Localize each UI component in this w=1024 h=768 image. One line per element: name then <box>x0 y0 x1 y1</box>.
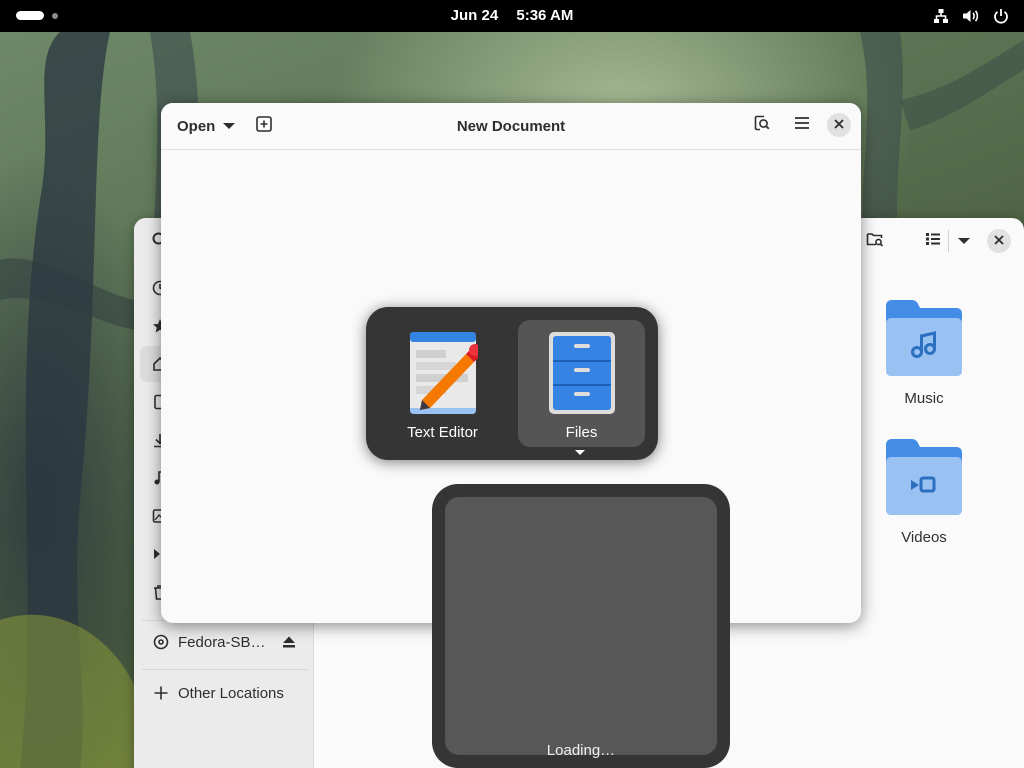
editor-headerbar: Open New Document <box>161 103 861 150</box>
switcher-app-text-editor[interactable]: Text Editor <box>379 320 506 447</box>
plus-icon <box>152 684 170 702</box>
files-cabinet-icon <box>547 330 617 416</box>
workspace-indicator-active <box>16 11 44 20</box>
find-button[interactable] <box>747 112 777 138</box>
close-icon <box>834 116 844 134</box>
search-location-button[interactable] <box>860 228 890 254</box>
files-headerbar <box>860 228 1011 254</box>
network-wired-icon[interactable] <box>932 7 950 25</box>
power-icon[interactable] <box>992 7 1010 25</box>
close-icon <box>994 232 1004 250</box>
switcher-app-label: Files <box>565 424 598 441</box>
find-icon <box>754 115 770 136</box>
text-editor-icon <box>408 330 481 416</box>
editor-close-button[interactable] <box>827 113 851 137</box>
folder-videos-label: Videos <box>901 529 947 546</box>
view-options-button[interactable] <box>949 228 979 254</box>
volume-icon[interactable] <box>962 7 980 25</box>
folder-search-icon <box>866 231 884 252</box>
chevron-down-icon <box>958 238 970 244</box>
activities-button[interactable] <box>16 11 58 20</box>
sidebar-item-drive[interactable]: Fedora-SB… <box>142 624 306 660</box>
sidebar-separator <box>142 669 308 670</box>
window-preview-popup: Loading… <box>432 484 730 768</box>
editor-header-actions <box>747 112 851 138</box>
sidebar-item-other-locations[interactable]: Other Locations <box>142 675 306 711</box>
files-close-button[interactable] <box>987 229 1011 253</box>
folder-music[interactable]: Music <box>874 296 974 407</box>
switcher-app-label: Text Editor <box>407 424 478 441</box>
workspace-indicator <box>52 12 58 19</box>
switcher-windows-arrow-icon <box>575 450 585 455</box>
switcher-app-files[interactable]: Files <box>518 320 645 447</box>
main-menu-button[interactable] <box>787 112 817 138</box>
menu-icon <box>794 116 810 135</box>
top-bar: Jun 24 5:36 AM <box>0 0 1024 32</box>
disc-icon <box>152 633 170 651</box>
sidebar-item-drive-label: Fedora-SB… <box>178 633 266 651</box>
eject-icon[interactable] <box>280 633 298 651</box>
document-title-text: New Document <box>456 118 566 135</box>
clock: Jun 24 5:36 AM <box>0 7 1024 24</box>
view-list-button[interactable] <box>918 228 948 254</box>
clock-time[interactable]: 5:36 AM <box>516 7 573 24</box>
window-preview-thumbnail[interactable]: Loading… <box>445 497 717 759</box>
system-tray[interactable] <box>932 7 1010 25</box>
folder-videos[interactable]: Videos <box>874 435 974 546</box>
music-folder-icon <box>884 296 964 376</box>
folder-music-label: Music <box>904 390 944 407</box>
window-preview-label: Loading… <box>546 742 616 759</box>
list-view-icon <box>925 232 941 251</box>
app-switcher: Text Editor Files <box>366 307 658 460</box>
clock-date[interactable]: Jun 24 <box>451 7 499 24</box>
video-folder-icon <box>884 435 964 515</box>
sidebar-item-other-locations-label: Other Locations <box>178 684 284 702</box>
